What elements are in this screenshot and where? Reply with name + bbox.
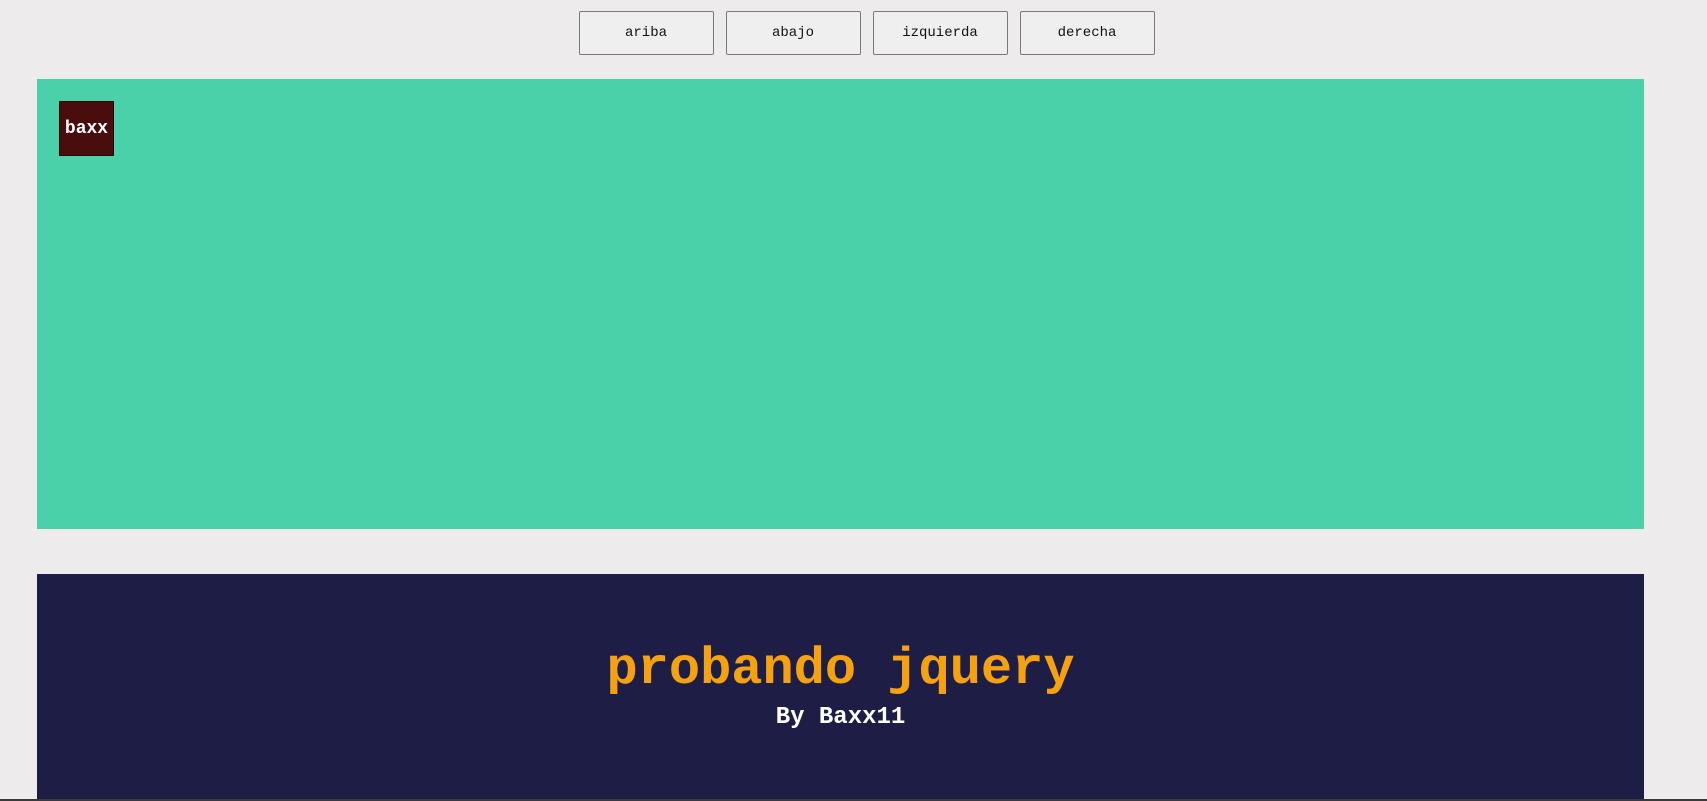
banner-subtitle: By Baxx11 [775,704,906,731]
title-banner: probando jquery By Baxx11 [37,574,1644,801]
left-button[interactable]: izquierda [872,11,1008,55]
direction-controls: ariba abajo izquierda derecha [0,11,1707,55]
down-button[interactable]: abajo [725,11,861,55]
banner-title: probando jquery [606,640,1075,699]
up-button[interactable]: ariba [578,11,714,55]
right-button[interactable]: derecha [1019,11,1155,55]
movable-box-label: baxx [64,118,109,139]
movement-stage: baxx [37,79,1644,529]
movable-box: baxx [59,101,114,156]
page: ariba abajo izquierda derecha baxx proba… [0,0,1707,801]
